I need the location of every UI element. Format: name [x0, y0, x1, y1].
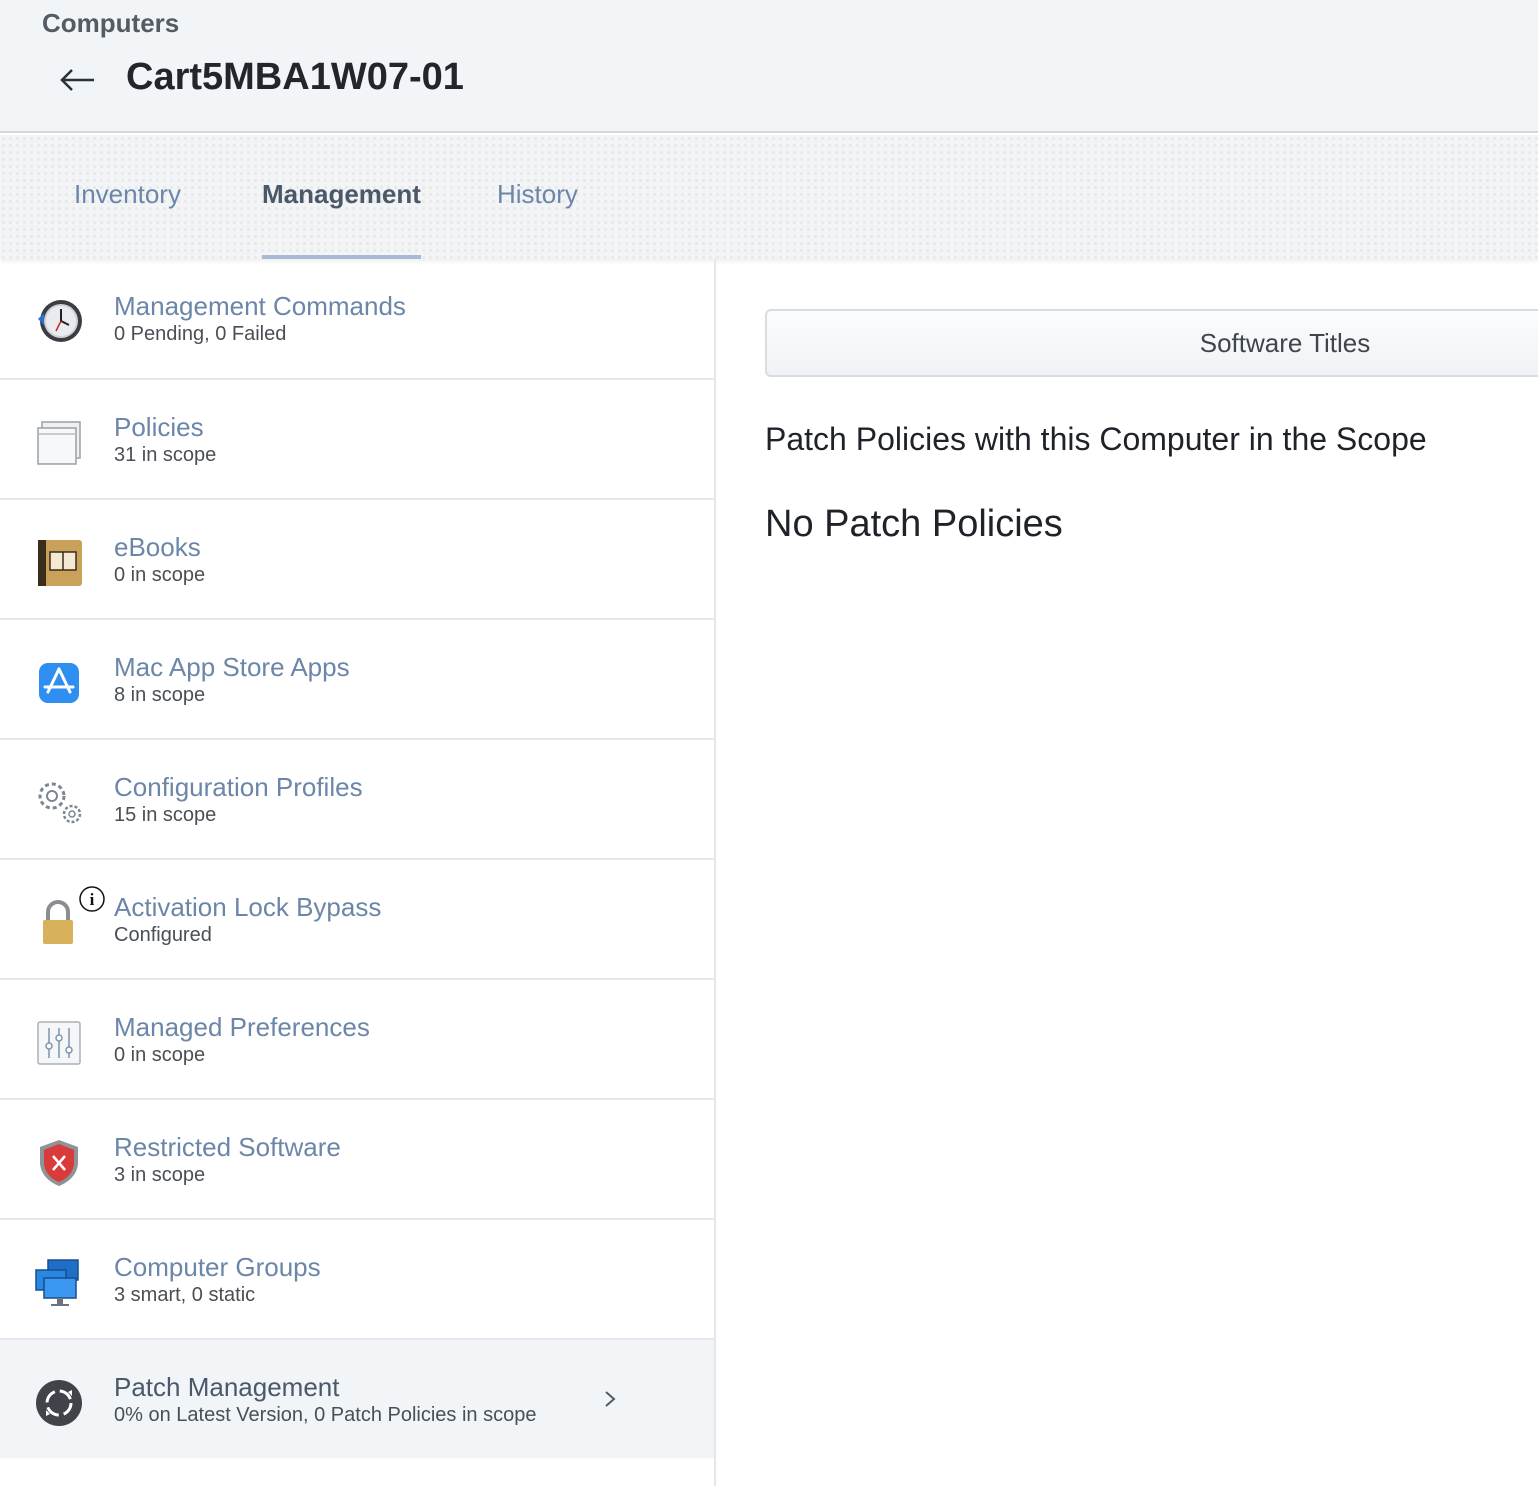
sidebar-item-title: Activation Lock Bypass	[114, 892, 382, 922]
clock-icon	[38, 300, 82, 342]
sidebar-item-title: eBooks	[114, 532, 201, 562]
shield-x-icon	[40, 1140, 78, 1186]
computers-icon	[35, 1259, 79, 1306]
page-title: Cart5MBA1W07-01	[126, 56, 464, 98]
page-header: Computers Cart5MBA1W07-01	[0, 0, 1538, 133]
sidebar-item-title: Managed Preferences	[114, 1012, 370, 1042]
tab-bar: Inventory Management History	[0, 135, 1538, 259]
sidebar-item-subtitle: 8 in scope	[114, 684, 206, 706]
section-heading: Patch Policies with this Computer in the…	[765, 421, 1427, 457]
sidebar-item-title: Configuration Profiles	[114, 772, 363, 802]
sidebar-item-activation-lock-bypass[interactable]: i Activation Lock Bypass Configured	[0, 860, 714, 980]
management-sidebar: Management Commands 0 Pending, 0 Failed …	[0, 259, 716, 1486]
breadcrumb[interactable]: Computers	[42, 8, 179, 39]
sidebar-item-subtitle: 0% on Latest Version, 0 Patch Policies i…	[114, 1404, 537, 1426]
sidebar-item-policies[interactable]: Policies 31 in scope	[0, 380, 714, 500]
sidebar-item-managed-preferences[interactable]: Managed Preferences 0 in scope	[0, 980, 714, 1100]
tab-inventory[interactable]: Inventory	[74, 179, 181, 259]
sidebar-item-subtitle: 0 Pending, 0 Failed	[114, 323, 287, 345]
sidebar-item-management-commands[interactable]: Management Commands 0 Pending, 0 Failed	[0, 259, 714, 380]
svg-text:i: i	[90, 890, 95, 909]
main-content: Software Titles Patch Policies with this…	[718, 259, 1538, 1486]
book-icon	[38, 540, 82, 586]
sidebar-item-restricted-software[interactable]: Restricted Software 3 in scope	[0, 1100, 714, 1220]
sidebar-item-subtitle: Configured	[114, 924, 212, 946]
back-button[interactable]	[56, 60, 100, 100]
sidebar-item-subtitle: 0 in scope	[114, 1044, 206, 1066]
empty-state-message: No Patch Policies	[765, 503, 1063, 545]
window-stack-icon	[37, 421, 81, 465]
sidebar-item-title: Mac App Store Apps	[114, 652, 350, 682]
sidebar-item-computer-groups[interactable]: Computer Groups 3 smart, 0 static	[0, 1220, 714, 1340]
sidebar-item-title: Restricted Software	[114, 1132, 341, 1162]
chevron-right-icon	[605, 1391, 616, 1407]
software-titles-button[interactable]: Software Titles	[765, 309, 1538, 377]
sidebar-item-title: Patch Management	[114, 1372, 340, 1402]
app-store-icon	[39, 663, 79, 703]
info-icon[interactable]: i	[77, 884, 107, 914]
sidebar-item-title: Policies	[114, 412, 204, 442]
software-titles-label: Software Titles	[1199, 327, 1371, 358]
sidebar-item-ebooks[interactable]: eBooks 0 in scope	[0, 500, 714, 620]
tab-management[interactable]: Management	[262, 179, 421, 259]
arrow-left-icon	[60, 69, 94, 91]
sidebar-item-subtitle: 3 in scope	[114, 1164, 206, 1186]
sliders-icon	[37, 1021, 81, 1065]
sidebar-item-subtitle: 3 smart, 0 static	[114, 1284, 256, 1306]
patch-icon	[36, 1380, 82, 1426]
tab-history[interactable]: History	[497, 179, 578, 259]
sidebar-item-configuration-profiles[interactable]: Configuration Profiles 15 in scope	[0, 740, 714, 860]
sidebar-item-mac-app-store-apps[interactable]: Mac App Store Apps 8 in scope	[0, 620, 714, 740]
sidebar-item-title: Computer Groups	[114, 1252, 321, 1282]
sidebar-item-subtitle: 31 in scope	[114, 444, 217, 466]
sidebar-item-title: Management Commands	[114, 291, 406, 321]
sidebar-item-subtitle: 0 in scope	[114, 564, 206, 586]
sidebar-item-patch-management[interactable]: Patch Management 0% on Latest Version, 0…	[0, 1340, 714, 1458]
sidebar-item-subtitle: 15 in scope	[114, 804, 217, 826]
gears-icon	[38, 782, 82, 824]
